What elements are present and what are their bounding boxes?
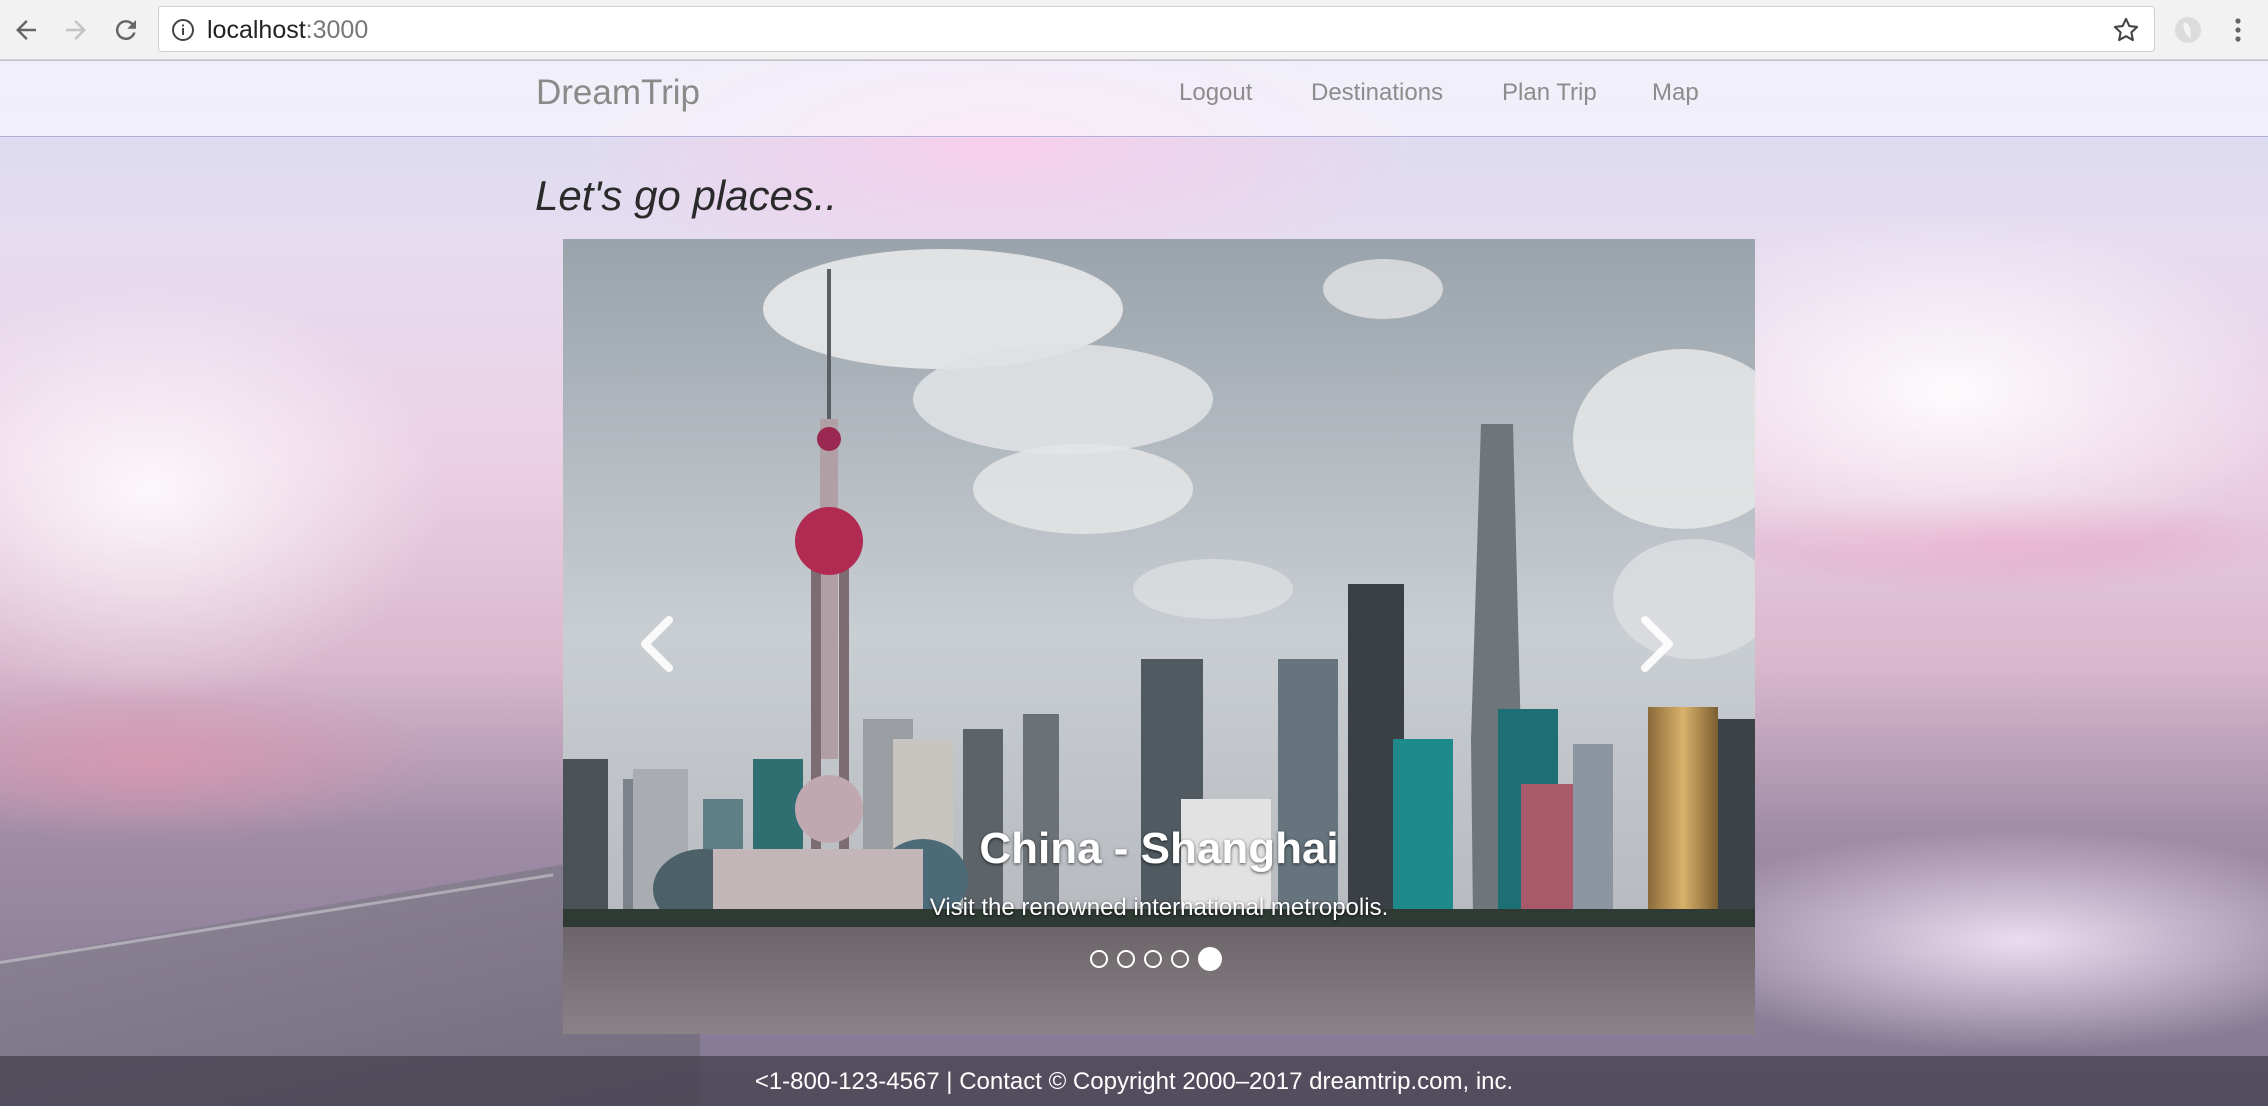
extension-icon[interactable] — [2172, 14, 2204, 46]
slide-description: Visit the renowned international metropo… — [929, 894, 1389, 921]
carousel-indicator-2[interactable] — [1117, 950, 1135, 968]
carousel-prev-button[interactable] — [627, 609, 687, 679]
nav-link-destinations[interactable]: Destinations — [1311, 79, 1443, 107]
carousel-indicator-3[interactable] — [1144, 950, 1162, 968]
nav-link-map[interactable]: Map — [1652, 79, 1699, 107]
carousel-indicator-5[interactable] — [1198, 947, 1222, 971]
nav-link-logout[interactable]: Logout — [1179, 79, 1252, 107]
address-bar[interactable]: localhost:3000 — [158, 6, 2155, 52]
app-navbar: DreamTrip Logout Destinations Plan Trip … — [0, 61, 2268, 137]
forward-button[interactable] — [56, 10, 96, 50]
brand-logo[interactable]: DreamTrip — [536, 73, 700, 113]
slide-title: China - Shanghai — [979, 824, 1339, 873]
carousel-next-button[interactable] — [1627, 609, 1687, 679]
back-button[interactable] — [6, 10, 46, 50]
url-text[interactable]: localhost:3000 — [207, 16, 368, 45]
page-footer: <1-800-123-4567 | Contact © Copyright 20… — [0, 1056, 2268, 1106]
chevron-left-icon — [641, 616, 673, 672]
arrow-left-icon — [16, 20, 36, 40]
browser-toolbar: localhost:3000 — [0, 0, 2268, 60]
arrow-right-icon — [66, 20, 86, 40]
destination-carousel: China - Shanghai Visit the renowned inte… — [563, 239, 1755, 1034]
page-background: DreamTrip Logout Destinations Plan Trip … — [0, 61, 2268, 1106]
carousel-indicator-4[interactable] — [1171, 950, 1189, 968]
star-icon[interactable] — [2112, 16, 2140, 44]
url-host: localhost — [207, 16, 306, 44]
reload-button[interactable] — [106, 10, 146, 50]
info-icon[interactable] — [171, 18, 195, 42]
page-tagline: Let's go places.. — [535, 172, 838, 219]
carousel-indicator-1[interactable] — [1090, 950, 1108, 968]
footer-text: <1-800-123-4567 | Contact © Copyright 20… — [754, 1068, 1514, 1095]
kebab-menu-icon[interactable] — [2226, 14, 2250, 46]
nav-link-plan-trip[interactable]: Plan Trip — [1502, 79, 1597, 107]
chevron-right-icon — [1641, 616, 1673, 672]
carousel-indicators — [1090, 947, 1222, 971]
reload-icon — [115, 20, 136, 41]
url-port: :3000 — [305, 16, 369, 44]
